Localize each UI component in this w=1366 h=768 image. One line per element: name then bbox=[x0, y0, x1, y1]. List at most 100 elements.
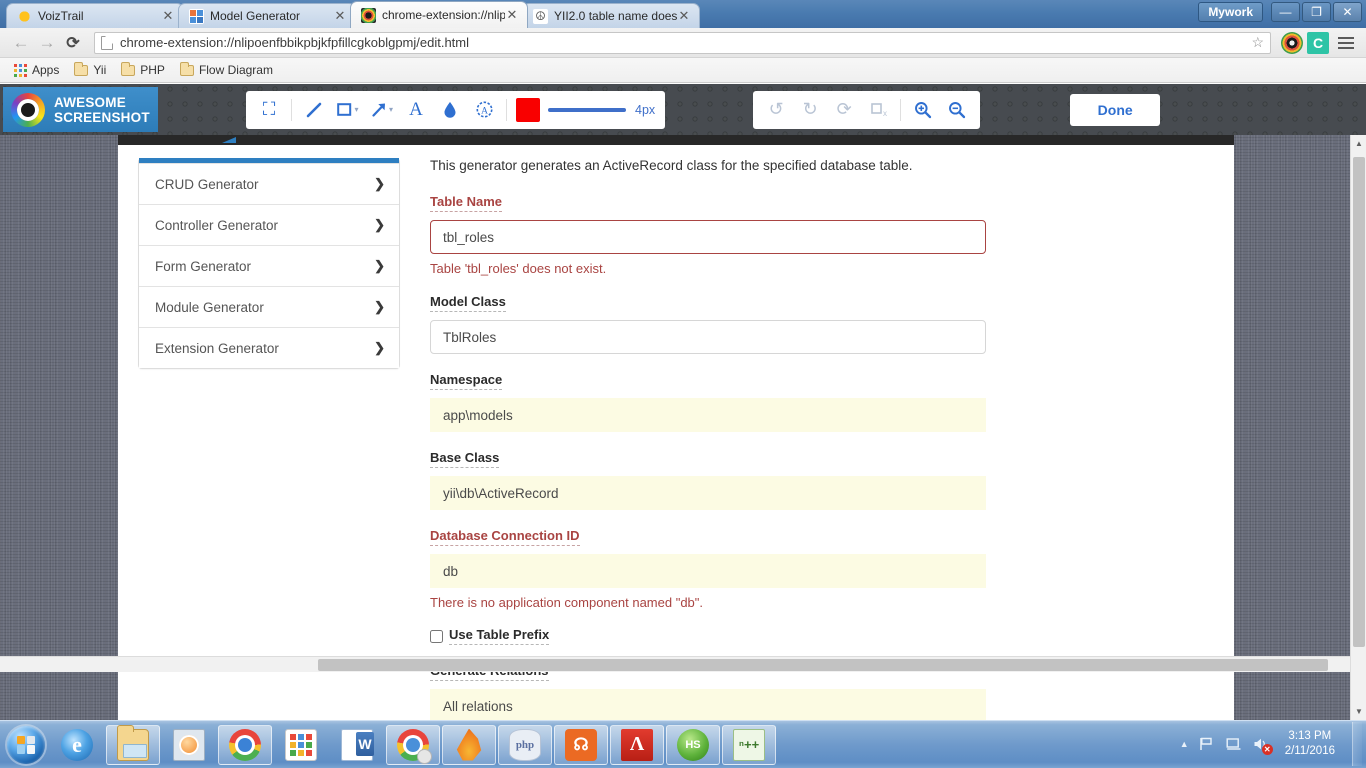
vertical-scrollbar[interactable]: ▲ ▼ bbox=[1350, 135, 1366, 720]
reload-icon[interactable]: ⟳ bbox=[60, 30, 86, 56]
scroll-up-icon[interactable]: ▲ bbox=[1351, 135, 1366, 152]
bookmark-php[interactable]: PHP bbox=[115, 61, 171, 79]
awesome-screenshot-logo: AWESOME SCREENSHOT bbox=[3, 87, 158, 132]
bookmark-flow-diagram[interactable]: Flow Diagram bbox=[174, 61, 279, 79]
minimize-button[interactable]: — bbox=[1271, 2, 1300, 22]
taskbar-file-explorer[interactable] bbox=[106, 724, 160, 765]
php-icon: php bbox=[509, 728, 541, 761]
generate-relations-select[interactable] bbox=[430, 689, 986, 720]
field-group-table-name: Table Name Table 'tbl_roles' does not ex… bbox=[430, 193, 986, 276]
taskbar-chrome-profile[interactable] bbox=[386, 724, 440, 765]
close-window-button[interactable]: ✕ bbox=[1333, 2, 1362, 22]
bookmark-apps[interactable]: Apps bbox=[8, 61, 65, 79]
scroll-down-icon[interactable]: ▼ bbox=[1351, 703, 1366, 720]
taskbar-internet-explorer[interactable]: e bbox=[50, 725, 104, 765]
sidebar-item-extension-generator[interactable]: Extension Generator ❯ bbox=[139, 327, 399, 368]
address-bar-url: chrome-extension://nlipoenfbbikpbjkfpfil… bbox=[120, 35, 470, 50]
table-name-input[interactable] bbox=[430, 220, 986, 254]
browser-tab-voiztrail[interactable]: VoizTrail ✕ bbox=[6, 3, 184, 28]
apps-launcher-icon bbox=[285, 728, 317, 761]
brand-line-1: AWESOME bbox=[54, 94, 126, 110]
close-tab-icon[interactable]: ✕ bbox=[161, 9, 175, 23]
restore-button[interactable]: ❐ bbox=[1302, 2, 1331, 22]
sidebar-item-controller-generator[interactable]: Controller Generator ❯ bbox=[139, 204, 399, 245]
taskbar-php[interactable]: php bbox=[498, 724, 552, 765]
colorzilla-extension-icon[interactable]: C bbox=[1307, 31, 1329, 54]
forward-icon[interactable]: → bbox=[34, 30, 60, 56]
rectangle-tool-dropdown-icon[interactable]: ▾ bbox=[354, 105, 358, 114]
awesome-screenshot-lens-icon bbox=[11, 92, 45, 127]
browser-tab-chrome-extension[interactable]: chrome-extension://nlipo ✕ bbox=[350, 1, 528, 28]
redo-icon[interactable]: ↻ bbox=[793, 93, 827, 127]
bookmark-star-icon[interactable]: ☆ bbox=[1248, 34, 1264, 51]
zoom-in-icon[interactable] bbox=[906, 93, 940, 127]
arrow-tool-dropdown-icon[interactable]: ▾ bbox=[389, 105, 393, 114]
address-bar[interactable]: chrome-extension://nlipoenfbbikpbjkfpfil… bbox=[94, 31, 1271, 54]
rectangle-tool-icon[interactable]: ▾ bbox=[331, 93, 365, 127]
tab-strip: VoizTrail ✕ Model Generator ✕ chrome-ext… bbox=[0, 0, 700, 28]
page-dark-header-strip bbox=[118, 135, 1234, 145]
taskbar-google-chrome[interactable] bbox=[218, 724, 272, 765]
taskbar-microsoft-word[interactable] bbox=[330, 725, 384, 765]
sidebar-item-form-generator[interactable]: Form Generator ❯ bbox=[139, 245, 399, 286]
text-tool-icon[interactable]: A bbox=[399, 93, 433, 127]
bookmark-yii[interactable]: Yii bbox=[68, 61, 112, 79]
screenshot-canvas[interactable]: CRUD Generator ❯ Controller Generator ❯ … bbox=[0, 135, 1350, 720]
sidebar-item-module-generator[interactable]: Module Generator ❯ bbox=[139, 286, 399, 327]
horizontal-scrollbar-thumb[interactable] bbox=[318, 659, 1328, 671]
close-tab-icon[interactable]: ✕ bbox=[333, 9, 347, 23]
taskbar-notepad-plus-plus[interactable]: ⁿ++ bbox=[722, 724, 776, 765]
windows-taskbar: e php ☊ bbox=[0, 720, 1366, 768]
page-horizontal-scrollbar[interactable] bbox=[0, 656, 1350, 672]
taskbar-xampp[interactable]: ☊ bbox=[554, 724, 608, 765]
taskbar-adobe-reader[interactable]: Λ bbox=[610, 724, 664, 765]
refresh-icon[interactable]: ⟳ bbox=[827, 93, 861, 127]
browser-tab-model-generator[interactable]: Model Generator ✕ bbox=[178, 3, 356, 28]
color-swatch-button[interactable] bbox=[516, 97, 540, 122]
toolbar-divider bbox=[291, 98, 292, 121]
java-favicon-icon: ☮ bbox=[533, 8, 548, 24]
close-tab-icon[interactable]: ✕ bbox=[505, 8, 519, 22]
taskbar-firefox-like[interactable] bbox=[442, 724, 496, 765]
notepad-plus-plus-icon: ⁿ++ bbox=[733, 728, 765, 761]
field-group-namespace: Namespace bbox=[430, 371, 986, 432]
vertical-scrollbar-thumb[interactable] bbox=[1353, 157, 1365, 647]
bookmark-label: Yii bbox=[93, 63, 107, 77]
close-tab-icon[interactable]: ✕ bbox=[677, 9, 691, 23]
network-flag-icon[interactable] bbox=[1198, 735, 1216, 753]
base-class-input[interactable] bbox=[430, 476, 986, 510]
sticker-tool-icon[interactable]: A bbox=[467, 93, 501, 127]
pencil-tool-icon[interactable] bbox=[297, 93, 331, 127]
taskbar-media-player[interactable] bbox=[162, 725, 216, 765]
show-hidden-icons-icon[interactable]: ▲ bbox=[1180, 739, 1189, 749]
action-center-icon[interactable] bbox=[1225, 735, 1243, 753]
awesome-screenshot-extension-icon[interactable] bbox=[1281, 31, 1303, 54]
sidebar-item-crud-generator[interactable]: CRUD Generator ❯ bbox=[139, 163, 399, 204]
taskbar-apps-launcher[interactable] bbox=[274, 725, 328, 765]
back-icon[interactable]: ← bbox=[8, 30, 34, 56]
chrome-menu-icon[interactable] bbox=[1334, 31, 1358, 55]
browser-tab-yii-question[interactable]: ☮ YII2.0 table name does no ✕ bbox=[522, 3, 700, 28]
field-label: Model Class bbox=[430, 294, 506, 312]
mywork-user-button[interactable]: Mywork bbox=[1198, 2, 1263, 22]
heidisql-icon bbox=[677, 728, 709, 761]
svg-text:A: A bbox=[481, 106, 488, 116]
folder-icon bbox=[74, 61, 89, 76]
db-connection-id-input[interactable] bbox=[430, 554, 986, 588]
show-desktop-button[interactable] bbox=[1352, 722, 1362, 766]
volume-muted-icon[interactable]: ✕ bbox=[1252, 735, 1273, 755]
model-class-input[interactable] bbox=[430, 320, 986, 354]
clear-all-icon[interactable]: x bbox=[861, 93, 895, 127]
clock[interactable]: 3:13 PM 2/11/2016 bbox=[1279, 729, 1341, 759]
blur-tool-icon[interactable] bbox=[433, 93, 467, 127]
start-button[interactable] bbox=[3, 723, 49, 767]
crop-tool-icon[interactable]: ⛶ bbox=[252, 93, 286, 127]
arrow-tool-icon[interactable]: ▾ bbox=[365, 93, 399, 127]
stroke-thickness-control[interactable]: 4px bbox=[548, 103, 659, 117]
zoom-out-icon[interactable] bbox=[940, 93, 974, 127]
taskbar-heidisql[interactable] bbox=[666, 724, 720, 765]
namespace-input[interactable] bbox=[430, 398, 986, 432]
done-button[interactable]: Done bbox=[1070, 93, 1161, 126]
use-table-prefix-checkbox[interactable] bbox=[430, 629, 443, 643]
undo-icon[interactable]: ↺ bbox=[759, 93, 793, 127]
